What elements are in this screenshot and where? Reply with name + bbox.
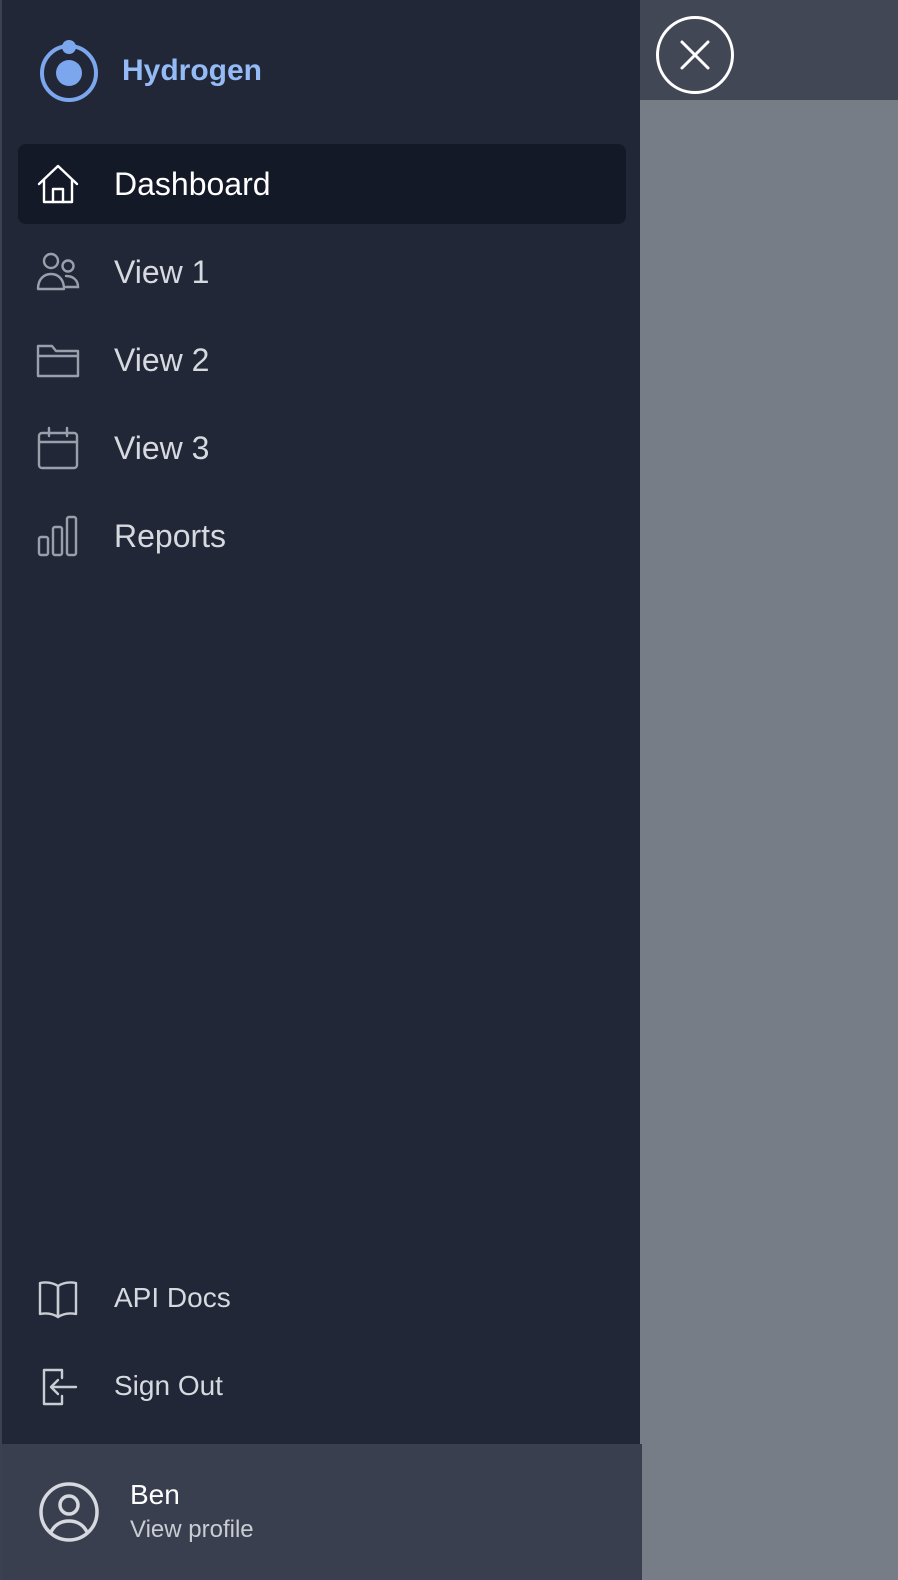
close-sidebar-button[interactable] xyxy=(656,16,734,94)
nav-item-sign-out[interactable]: Sign Out xyxy=(18,1346,626,1426)
nav-item-label: Dashboard xyxy=(114,165,271,202)
nav-item-reports[interactable]: Reports xyxy=(18,496,626,576)
user-circle-icon xyxy=(39,1482,99,1542)
nav-item-view-2[interactable]: View 2 xyxy=(18,320,626,400)
nav-item-label: View 2 xyxy=(114,341,210,378)
main-navigation: Dashboard View 1 View 2 View 3 Reports xyxy=(18,144,626,584)
close-icon xyxy=(680,40,710,70)
nav-item-label: API Docs xyxy=(114,1282,231,1313)
user-profile[interactable]: Ben View profile xyxy=(2,1444,642,1580)
nav-item-label: View 1 xyxy=(114,253,210,290)
sidebar: Hydrogen Dashboard View 1 View 2 View 3 … xyxy=(0,0,642,1580)
home-icon xyxy=(36,162,80,206)
backdrop-overlay[interactable] xyxy=(640,100,898,1580)
book-open-icon xyxy=(36,1276,80,1320)
nav-item-label: View 3 xyxy=(114,429,210,466)
hydrogen-logo-icon xyxy=(40,40,98,102)
user-name: Ben xyxy=(130,1479,180,1510)
nav-item-label: Reports xyxy=(114,517,227,554)
nav-item-label: Sign Out xyxy=(114,1370,223,1401)
users-icon xyxy=(36,250,80,294)
nav-item-api-docs[interactable]: API Docs xyxy=(18,1258,626,1338)
nav-item-view-3[interactable]: View 3 xyxy=(18,408,626,488)
brand-name: Hydrogen xyxy=(122,54,263,87)
profile-text: Ben View profile xyxy=(130,1477,254,1547)
nav-item-view-1[interactable]: View 1 xyxy=(18,232,626,312)
brand: Hydrogen xyxy=(38,38,262,104)
nav-item-dashboard[interactable]: Dashboard xyxy=(18,144,626,224)
secondary-navigation: API Docs Sign Out xyxy=(18,1258,626,1434)
calendar-icon xyxy=(36,426,80,470)
bar-chart-icon xyxy=(36,514,80,558)
folder-icon xyxy=(36,338,80,382)
view-profile-link[interactable]: View profile xyxy=(130,1513,254,1547)
sign-out-icon xyxy=(36,1364,80,1408)
